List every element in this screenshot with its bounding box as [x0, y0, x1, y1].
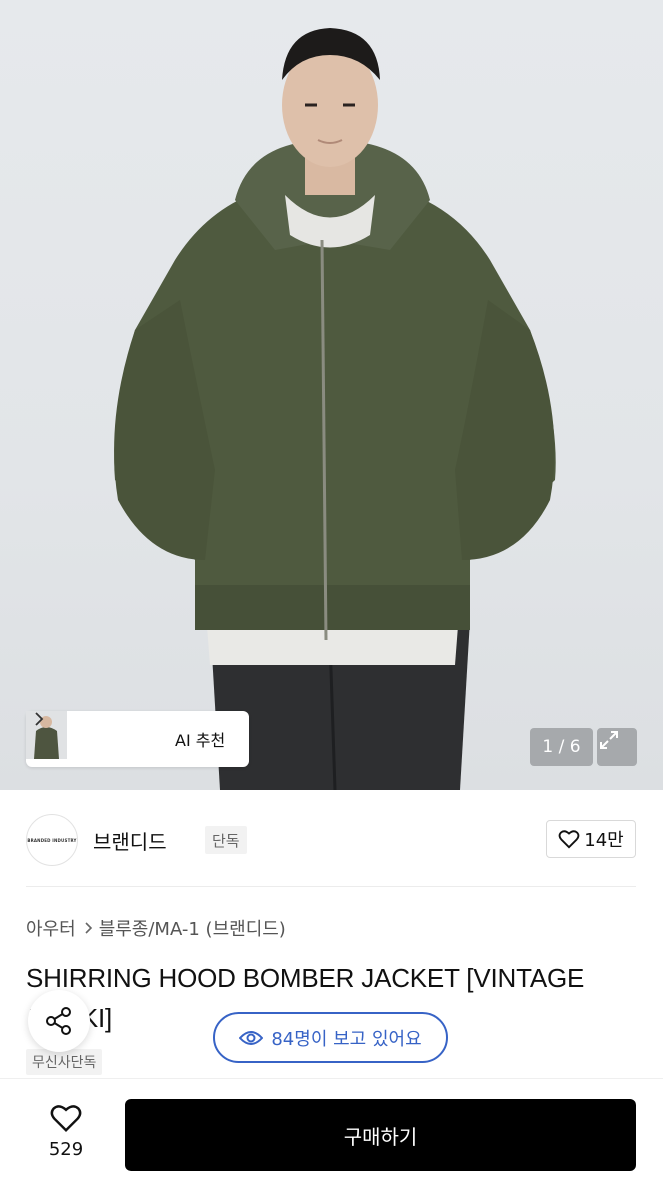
wishlist-count: 529	[48, 1139, 84, 1160]
share-button[interactable]	[28, 990, 90, 1052]
expand-icon	[600, 731, 618, 749]
brand-like-count: 14만	[584, 830, 624, 851]
chevron-right-icon	[35, 712, 44, 726]
ai-recommend-button[interactable]: AI 추천	[26, 711, 249, 767]
buy-button[interactable]: 구매하기	[125, 1099, 636, 1171]
viewers-badge: 84명이 보고 있어요	[213, 1012, 448, 1063]
brand-logo[interactable]: BRANDED INDUSTRY	[26, 814, 78, 866]
brand-like-button[interactable]: 14만	[546, 820, 636, 858]
brand-logo-text: BRANDED INDUSTRY	[27, 837, 77, 843]
heart-icon	[50, 1105, 82, 1133]
divider	[26, 886, 636, 887]
expand-button[interactable]	[597, 728, 637, 766]
breadcrumb: 아우터 블루종/MA-1 (브랜디드)	[26, 915, 286, 941]
breadcrumb-subcategory[interactable]: 블루종/MA-1 (브랜디드)	[99, 915, 286, 941]
thumbnail-grey-jacket[interactable]	[26, 711, 116, 763]
wishlist-button[interactable]: 529	[36, 1103, 96, 1160]
eye-icon	[239, 1030, 264, 1045]
bottom-purchase-bar: 529 구매하기	[0, 1078, 663, 1200]
thumbnail-model[interactable]	[26, 711, 161, 763]
chevron-right-icon	[85, 922, 92, 934]
product-image-gallery[interactable]: AI 추천 1 / 6	[0, 0, 663, 790]
brand-row: BRANDED INDUSTRY 브랜디드 단독 14만	[26, 814, 636, 866]
share-icon	[46, 1007, 71, 1035]
image-counter: 1 / 6	[530, 728, 593, 766]
breadcrumb-category[interactable]: 아우터	[26, 915, 76, 941]
exclusive-tag: 무신사단독	[26, 1049, 103, 1075]
product-photo	[114, 28, 556, 790]
brand-name[interactable]: 브랜디드	[93, 826, 167, 855]
heart-icon	[558, 830, 580, 849]
ai-recommend-label: AI 추천	[175, 731, 226, 750]
brand-exclusive-badge: 단독	[205, 826, 247, 854]
viewers-text: 84명이 보고 있어요	[271, 1028, 422, 1050]
product-title-line1: SHIRRING HOOD BOMBER JACKET [VINTAGE	[26, 963, 585, 993]
